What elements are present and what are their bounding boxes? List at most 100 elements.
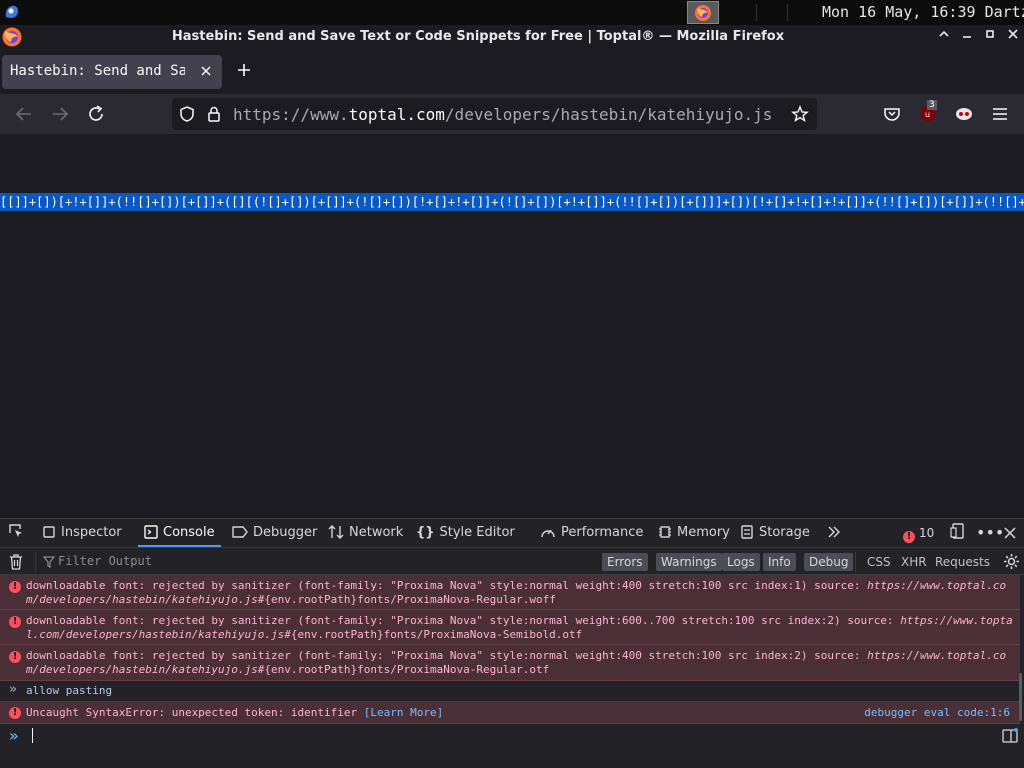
tab-style-editor[interactable]: {} Style Editor (416, 519, 515, 547)
tab-label: Storage (759, 525, 810, 540)
tab-label: Debugger (253, 525, 318, 540)
tab-label: Performance (561, 525, 644, 540)
console-error-message[interactable]: ! downloadable font: rejected by sanitiz… (0, 645, 1020, 681)
tab-console[interactable]: Console (138, 519, 221, 547)
message-body: downloadable font: rejected by sanitizer… (26, 614, 901, 627)
error-icon: ! (9, 581, 21, 593)
error-icon: ! (903, 531, 915, 543)
selected-code-line[interactable]: [[]]+[])[+!+[]]+(!![]+[])[+[]]+([][(![]+… (0, 193, 1024, 211)
tab-performance[interactable]: Performance (540, 519, 643, 547)
mask-icon (956, 108, 972, 120)
devtools-toolbar: Inspector Console Debugger Network {} Sty… (0, 518, 1024, 547)
tab-memory[interactable]: Memory (658, 519, 730, 547)
tab-storage[interactable]: Storage (740, 519, 810, 547)
message-text: downloadable font: rejected by sanitizer… (26, 579, 1016, 607)
double-chevron-right-icon: » (9, 682, 17, 697)
filter-css-button[interactable]: CSS (867, 553, 891, 571)
user-name[interactable]: Dartz (985, 3, 1024, 21)
filter-errors-button[interactable]: Errors (602, 553, 648, 571)
tab-close-button[interactable] (196, 61, 216, 81)
tab-inspector[interactable]: Inspector (42, 519, 122, 547)
url-prefix: https://www. (233, 105, 349, 124)
app-menu-button[interactable] (988, 102, 1012, 126)
gauge-icon (541, 529, 555, 538)
window-collapse-button[interactable] (935, 27, 953, 45)
responsive-design-button[interactable] (950, 519, 971, 547)
console-syntax-error[interactable]: ! Uncaught SyntaxError: unexpected token… (0, 702, 1020, 724)
filter-xhr-button[interactable]: XHR (901, 553, 927, 571)
filter-logs-button[interactable]: Logs (722, 553, 760, 571)
more-options-icon: ••• (976, 523, 1005, 542)
error-icon: ! (9, 616, 21, 628)
window-titlebar[interactable]: Hastebin: Send and Save Text or Code Sni… (0, 25, 1024, 49)
taskbar-firefox-button[interactable] (687, 1, 719, 24)
app-menu-icon[interactable] (3, 3, 21, 21)
firefox-icon (695, 5, 711, 21)
console-error-message[interactable]: ! downloadable font: rejected by sanitiz… (0, 610, 1020, 645)
arrow-right-icon (53, 107, 69, 121)
message-suffix: {env.rootPath}fonts/ProximaNova-Regular.… (264, 593, 556, 606)
error-icon: ! (9, 707, 21, 719)
panel-clock[interactable]: Mon 16 May, 16:39 Dartz (822, 3, 1024, 21)
back-button[interactable] (12, 102, 36, 126)
console-input-echo[interactable]: » allow pasting (0, 681, 1020, 702)
trash-icon[interactable] (9, 554, 23, 570)
input-echo-text: allow pasting (26, 684, 113, 697)
url-path: /developers/hastebin/katehiyujo.js (444, 105, 773, 124)
divider (855, 552, 856, 572)
shield-icon[interactable] (178, 105, 196, 123)
url-text[interactable]: https://www.toptal.com/developers/hasteb… (233, 105, 772, 124)
filter-output-input[interactable]: Filter Output (58, 554, 152, 568)
close-devtools-button[interactable] (1004, 519, 1021, 547)
lock-icon[interactable] (206, 105, 222, 123)
new-tab-button[interactable] (234, 61, 254, 81)
text-caret (32, 728, 33, 743)
maximize-icon (986, 30, 994, 38)
message-body: downloadable font: rejected by sanitizer… (26, 649, 868, 662)
pocket-button[interactable] (880, 102, 904, 126)
message-text: downloadable font: rejected by sanitizer… (26, 649, 1016, 677)
tab-network[interactable]: Network (328, 519, 403, 547)
filter-info-button[interactable]: Info (763, 553, 796, 571)
debugger-icon (232, 526, 248, 538)
prompt-chevron-icon: » (9, 726, 19, 745)
window-maximize-button[interactable] (981, 27, 999, 45)
learn-more-link[interactable]: [Learn More] (364, 706, 443, 719)
tab-label: Style Editor (439, 525, 515, 540)
filter-requests-button[interactable]: Requests (935, 553, 990, 571)
tab-hastebin[interactable]: Hastebin: Send and Save Text or Code Sni… (2, 55, 222, 89)
window-minimize-button[interactable] (958, 27, 976, 45)
element-picker-button[interactable] (8, 519, 29, 547)
error-location-link[interactable]: debugger eval code:1:6 (864, 706, 1010, 720)
page-content[interactable]: [[]]+[])[+!+[]]+(!![]+[])[+[]]+([][(![]+… (0, 134, 1024, 518)
navigation-toolbar: https://www.toptal.com/developers/hasteb… (0, 94, 1024, 134)
error-text: Uncaught SyntaxError: unexpected token: … (26, 706, 358, 719)
filter-warnings-button[interactable]: Warnings (656, 553, 722, 571)
devtools-options-button[interactable]: ••• (976, 519, 1004, 547)
forward-button[interactable] (48, 102, 72, 126)
more-tools-button[interactable] (826, 519, 847, 547)
ublock-extension-button[interactable]: u 3 (916, 100, 940, 126)
tab-label: Network (349, 525, 404, 540)
console-input-line[interactable]: » (0, 724, 1024, 748)
filter-debug-button[interactable]: Debug (804, 553, 854, 571)
error-count-indicator[interactable]: ! 10 (903, 519, 934, 547)
pick-element-icon (9, 524, 22, 537)
console-error-message[interactable]: ! downloadable font: rejected by sanitiz… (0, 575, 1020, 610)
private-extension-button[interactable] (952, 102, 976, 126)
editor-mode-icon[interactable] (1002, 728, 1018, 744)
tab-debugger[interactable]: Debugger (232, 519, 317, 547)
memory-chip-icon (659, 526, 671, 538)
close-icon (201, 66, 211, 76)
bookmark-star-icon[interactable] (791, 105, 809, 123)
network-icon (328, 525, 344, 539)
console-scrollbar[interactable] (1019, 673, 1022, 721)
inspector-icon (43, 526, 55, 538)
gear-icon[interactable] (1003, 553, 1020, 570)
message-text: downloadable font: rejected by sanitizer… (26, 614, 1016, 642)
window-close-button[interactable] (1004, 27, 1022, 45)
message-body: downloadable font: rejected by sanitizer… (26, 579, 868, 592)
reload-button[interactable] (84, 102, 108, 126)
url-bar[interactable]: https://www.toptal.com/developers/hasteb… (172, 98, 817, 130)
svg-text:u: u (925, 110, 930, 119)
